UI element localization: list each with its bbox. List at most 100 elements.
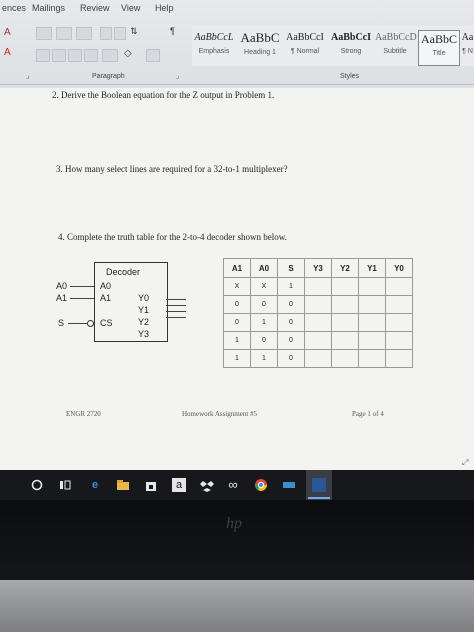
increase-indent-button[interactable]: [114, 27, 126, 40]
style-label: Strong: [340, 48, 362, 55]
cell[interactable]: [385, 277, 413, 296]
header-a0: A0: [250, 258, 278, 278]
style-emphasis[interactable]: AaBbCcL Emphasis: [194, 30, 234, 64]
decrease-indent-button[interactable]: [100, 27, 112, 40]
wire-y1: [166, 305, 186, 306]
cell[interactable]: [358, 349, 386, 368]
word-taskbar-item[interactable]: [306, 470, 332, 500]
bullets-button[interactable]: [36, 27, 52, 40]
cell: 0: [277, 349, 305, 368]
paragraph-dialog-launcher-icon[interactable]: ⌟: [176, 72, 179, 80]
resize-grip-icon: ⤢: [462, 458, 469, 467]
cell[interactable]: [331, 277, 359, 296]
style-normal[interactable]: AaBbCcI ¶ Normal: [284, 30, 326, 64]
infinity-app-icon[interactable]: ∞: [226, 478, 240, 492]
pin-a0: A0: [100, 281, 112, 291]
cell[interactable]: [358, 331, 386, 350]
justify-button[interactable]: [84, 49, 98, 62]
style-label: ¶ N: [462, 48, 473, 55]
cell[interactable]: [331, 295, 359, 314]
start-icon[interactable]: [30, 478, 44, 492]
align-right-button[interactable]: [68, 49, 82, 62]
paragraph-group-label: Paragraph: [92, 73, 125, 80]
style-no-spacing[interactable]: Aa ¶ N: [461, 30, 474, 64]
cell[interactable]: [358, 313, 386, 332]
pin-y1: Y1: [138, 305, 150, 315]
tab-view[interactable]: View: [121, 3, 140, 13]
table-row: 1 1 0: [223, 349, 413, 368]
chrome-icon[interactable]: [254, 478, 268, 492]
amazon-icon[interactable]: a: [172, 478, 186, 492]
cell[interactable]: [331, 349, 359, 368]
input-label-a0: A0: [56, 281, 68, 291]
sort-icon[interactable]: ⇅: [130, 26, 138, 37]
borders-button[interactable]: [146, 49, 160, 62]
line-spacing-button[interactable]: [102, 49, 118, 62]
file-explorer-icon[interactable]: [116, 478, 130, 492]
numbering-button[interactable]: [56, 27, 72, 40]
cell[interactable]: [304, 331, 332, 350]
style-title[interactable]: AaBbC Title: [418, 30, 460, 66]
header-y1: Y1: [358, 258, 386, 278]
ribbon-divider: [0, 84, 474, 85]
cell[interactable]: [385, 331, 413, 350]
style-preview: AaBbCcI: [330, 32, 371, 43]
tab-help[interactable]: Help: [155, 3, 174, 13]
cell[interactable]: [304, 349, 332, 368]
cell[interactable]: [304, 313, 332, 332]
cell[interactable]: [385, 349, 413, 368]
font-color-icon[interactable]: A: [4, 47, 11, 58]
question-3: 3. How many select lines are required fo…: [56, 164, 288, 174]
active-indicator: [308, 497, 330, 499]
cell[interactable]: [358, 277, 386, 296]
pilcrow-icon[interactable]: ¶: [170, 26, 175, 36]
table-row: 0 1 0: [223, 313, 413, 332]
tab-review[interactable]: Review: [80, 3, 110, 13]
style-preview: AaBbCcD: [375, 32, 417, 43]
styles-group-label: Styles: [340, 73, 360, 80]
tab-mailings[interactable]: Mailings: [32, 3, 65, 13]
style-strong[interactable]: AaBbCcI Strong: [330, 30, 372, 64]
style-heading-1[interactable]: AaBbC Heading 1: [238, 30, 282, 64]
align-left-button[interactable]: [36, 49, 50, 62]
question-4: 4. Complete the truth table for the 2-to…: [58, 232, 287, 242]
word-ribbon: ences Mailings Review View Help A A ⇅ ¶ …: [0, 0, 474, 88]
cell[interactable]: [304, 295, 332, 314]
wire-a1: [70, 298, 94, 299]
wire-s: [68, 323, 88, 324]
wire-y3: [166, 317, 186, 318]
document-page: 2. Derive the Boolean equation for the Z…: [0, 88, 474, 470]
style-preview: Aa: [461, 32, 474, 43]
align-center-button[interactable]: [52, 49, 66, 62]
cell: 0: [223, 313, 251, 332]
active-low-bubble: [87, 320, 94, 327]
paragraph-group: A A ⇅ ¶ ◇: [0, 25, 190, 69]
store-icon[interactable]: [144, 478, 158, 492]
cell: 0: [223, 295, 251, 314]
cell[interactable]: [304, 277, 332, 296]
cell[interactable]: [358, 295, 386, 314]
task-view-icon[interactable]: [58, 478, 72, 492]
cell[interactable]: [385, 313, 413, 332]
cell[interactable]: [331, 331, 359, 350]
app-icon[interactable]: [282, 478, 296, 492]
shading-icon[interactable]: ◇: [124, 48, 132, 59]
truth-table: A1 A0 S Y3 Y2 Y1 Y0 X X 1 0 0 0 0 1 0 1 …: [223, 258, 413, 368]
pin-y0: Y0: [138, 293, 150, 303]
edge-icon[interactable]: e: [88, 478, 102, 492]
text-effects-icon[interactable]: A: [4, 27, 11, 38]
multilevel-list-button[interactable]: [76, 27, 92, 40]
wire-a0: [70, 286, 94, 287]
hp-logo-icon: hp: [226, 515, 242, 532]
wire-y0: [166, 299, 186, 300]
font-dialog-launcher-icon[interactable]: ⌟: [26, 72, 29, 80]
cell[interactable]: [331, 313, 359, 332]
tab-references[interactable]: ences: [2, 3, 26, 13]
cell: 1: [223, 331, 251, 350]
style-label: Emphasis: [198, 48, 230, 55]
dropbox-icon[interactable]: [200, 478, 214, 492]
style-subtitle[interactable]: AaBbCcD Subtitle: [375, 30, 417, 64]
cell: 0: [277, 295, 305, 314]
header-a1: A1: [223, 258, 251, 278]
cell[interactable]: [385, 295, 413, 314]
